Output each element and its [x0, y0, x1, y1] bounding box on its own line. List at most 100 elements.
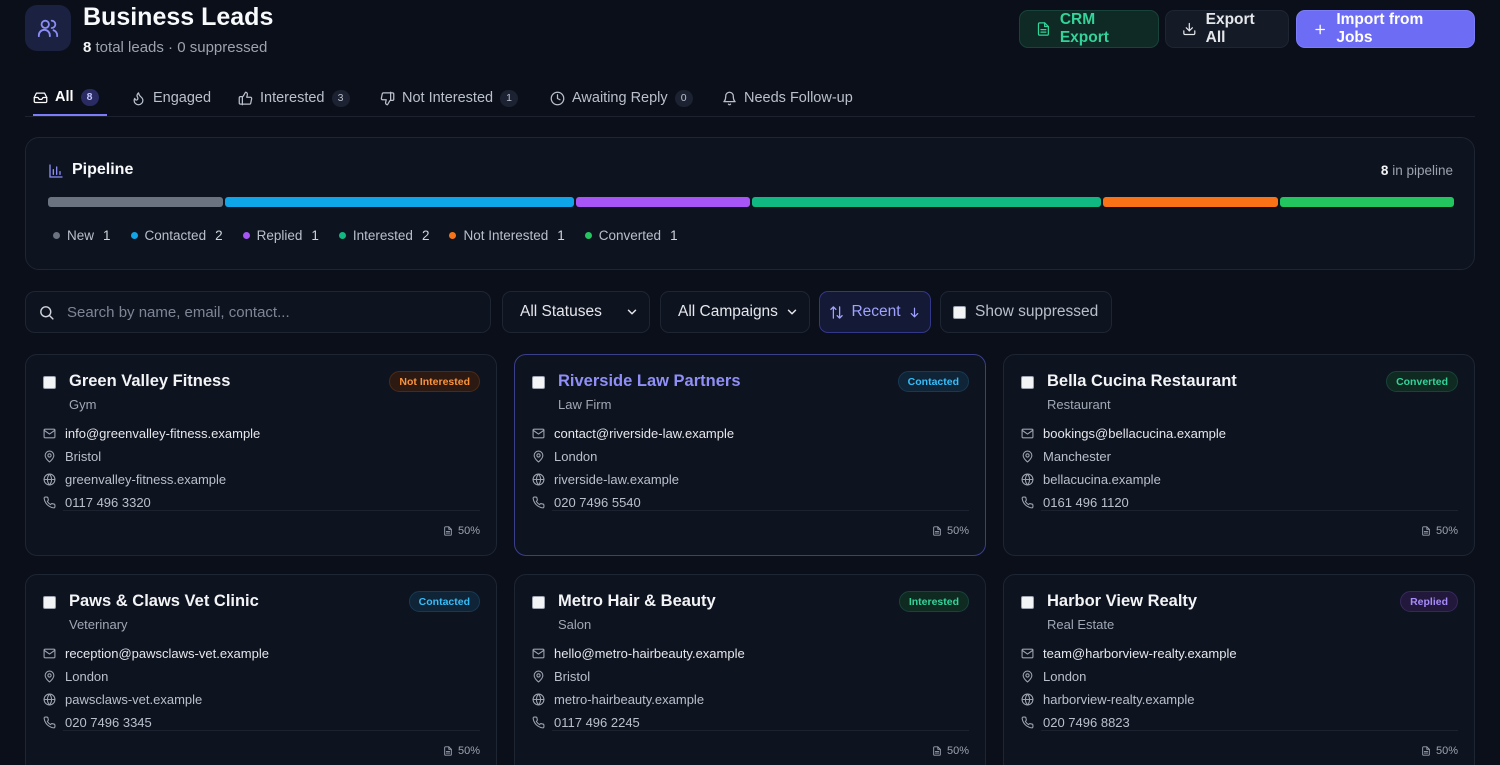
file-text-icon [443, 746, 453, 756]
card-divider [1041, 510, 1458, 511]
lead-email: contact@riverside-law.example [554, 426, 735, 441]
file-text-icon [1037, 22, 1049, 36]
lead-website-row: harborview-realty.example [1021, 692, 1195, 707]
legend-label: Not Interested [463, 228, 549, 243]
page-title: Business Leads [83, 3, 274, 31]
map-pin-icon [532, 450, 545, 463]
lead-website-row: greenvalley-fitness.example [43, 472, 226, 487]
campaign-select[interactable]: All Campaigns [660, 291, 810, 333]
legend-label: Converted [598, 228, 662, 243]
lead-select-checkbox[interactable] [532, 376, 545, 389]
arrow-down-icon [910, 307, 918, 317]
lead-score-value: 50% [946, 525, 969, 537]
import-from-jobs-button[interactable]: Import from Jobs [1296, 10, 1475, 48]
lead-location-row: London [1021, 669, 1086, 684]
lead-card[interactable]: Green Valley Fitness Gym Not Interested inf… [25, 354, 497, 556]
status-select[interactable]: All Statuses [502, 291, 650, 333]
legend-value: 1 [557, 228, 565, 243]
lead-card[interactable]: Metro Hair & Beauty Salon Interested hello@… [514, 574, 986, 765]
status-badge: Converted [1386, 371, 1458, 392]
mail-icon [1021, 427, 1034, 440]
lead-score: 50% [932, 745, 969, 757]
legend-dot [130, 232, 138, 239]
lead-name[interactable]: Harbor View Realty [1047, 592, 1197, 611]
lead-score: 50% [1421, 525, 1458, 537]
mail-icon [532, 427, 545, 440]
pipeline-segment [1279, 197, 1454, 207]
tab-interested[interactable]: Interested 3 [238, 80, 350, 116]
card-divider [552, 510, 969, 511]
export-all-label: Export All [1205, 11, 1255, 46]
tab-needs-follow-up[interactable]: Needs Follow-up [722, 80, 853, 116]
sort-button[interactable]: Recent [819, 291, 931, 333]
lead-phone: 020 7496 5540 [554, 495, 641, 510]
lead-name[interactable]: Metro Hair & Beauty [558, 592, 716, 611]
card-divider [1041, 730, 1458, 731]
export-all-button[interactable]: Export All [1165, 10, 1289, 48]
lead-select-checkbox[interactable] [43, 376, 56, 389]
lead-select-checkbox[interactable] [1021, 376, 1034, 389]
mail-icon [43, 427, 56, 440]
lead-category: Veterinary [69, 617, 128, 632]
show-suppressed-checkbox[interactable] [953, 305, 966, 319]
show-suppressed-label: Show suppressed [975, 303, 1099, 320]
pipeline-count: 8 in pipeline [1381, 163, 1453, 178]
mail-icon [532, 647, 545, 660]
lead-phone-row: 0117 496 2245 [532, 715, 640, 730]
lead-card[interactable]: Harbor View Realty Real Estate Replied team… [1003, 574, 1475, 765]
lead-select-checkbox[interactable] [43, 596, 56, 609]
lead-location: London [554, 449, 598, 464]
search-box[interactable] [25, 291, 491, 333]
tab-not-interested[interactable]: Not Interested 1 [380, 80, 519, 116]
search-input[interactable] [67, 303, 467, 321]
lead-name[interactable]: Bella Cucina Restaurant [1047, 372, 1237, 391]
lead-location: Manchester [1043, 449, 1111, 464]
legend-dot [53, 232, 60, 239]
sort-arrows-icon [830, 305, 844, 319]
tab-label: All [55, 89, 74, 105]
lead-card[interactable]: Bella Cucina Restaurant Restaurant Convert… [1003, 354, 1475, 556]
legend-item: Not Interested 1 [449, 228, 565, 243]
lead-email-row: contact@riverside-law.example [532, 426, 734, 441]
lead-category: Law Firm [558, 397, 612, 412]
pipeline-bar [48, 197, 1454, 207]
bell-icon [723, 91, 736, 105]
pipeline-count-suffix: in pipeline [1392, 163, 1453, 178]
show-suppressed-toggle[interactable]: Show suppressed [940, 291, 1112, 333]
pipeline-segment [575, 197, 750, 207]
globe-icon [532, 693, 545, 706]
inbox-icon [33, 92, 48, 103]
lead-score-value: 50% [946, 745, 969, 757]
tab-engaged[interactable]: Engaged [131, 80, 211, 116]
crm-export-label: CRM Export [1059, 11, 1109, 46]
lead-card[interactable]: Paws & Claws Vet Clinic Veterinary Contact… [25, 574, 497, 765]
legend-value: 1 [670, 228, 678, 243]
clock-icon [550, 91, 565, 105]
lead-email-row: team@harborview-realty.example [1021, 646, 1237, 661]
lead-website-row: bellacucina.example [1021, 472, 1161, 487]
lead-phone: 020 7496 3345 [65, 715, 152, 730]
chevron-down-icon [627, 309, 637, 315]
lead-score-value: 50% [1435, 525, 1458, 537]
legend-dot [338, 232, 346, 239]
lead-email: hello@metro-hairbeauty.example [554, 646, 745, 661]
pipeline-segment [224, 197, 574, 207]
card-divider [63, 730, 480, 731]
lead-phone: 020 7496 8823 [1043, 715, 1130, 730]
lead-select-checkbox[interactable] [532, 596, 545, 609]
lead-location-row: Bristol [532, 669, 590, 684]
status-select-value: All Statuses [520, 303, 602, 320]
lead-name[interactable]: Paws & Claws Vet Clinic [69, 592, 259, 611]
lead-name[interactable]: Green Valley Fitness [69, 372, 230, 391]
phone-icon [532, 716, 545, 729]
lead-score: 50% [1421, 745, 1458, 757]
tab-awaiting-reply[interactable]: Awaiting Reply 0 [550, 80, 693, 116]
lead-select-checkbox[interactable] [1021, 596, 1034, 609]
lead-name[interactable]: Riverside Law Partners [558, 372, 741, 391]
tab-all[interactable]: All 8 [33, 80, 107, 116]
crm-export-button[interactable]: CRM Export [1019, 10, 1159, 48]
lead-card[interactable]: Riverside Law Partners Law Firm Contacted c… [514, 354, 986, 556]
lead-location: Bristol [554, 669, 591, 684]
lead-score-value: 50% [457, 525, 480, 537]
pipeline-panel: Pipeline 8 in pipeline New 1 Contacted 2 Rep… [25, 137, 1475, 270]
